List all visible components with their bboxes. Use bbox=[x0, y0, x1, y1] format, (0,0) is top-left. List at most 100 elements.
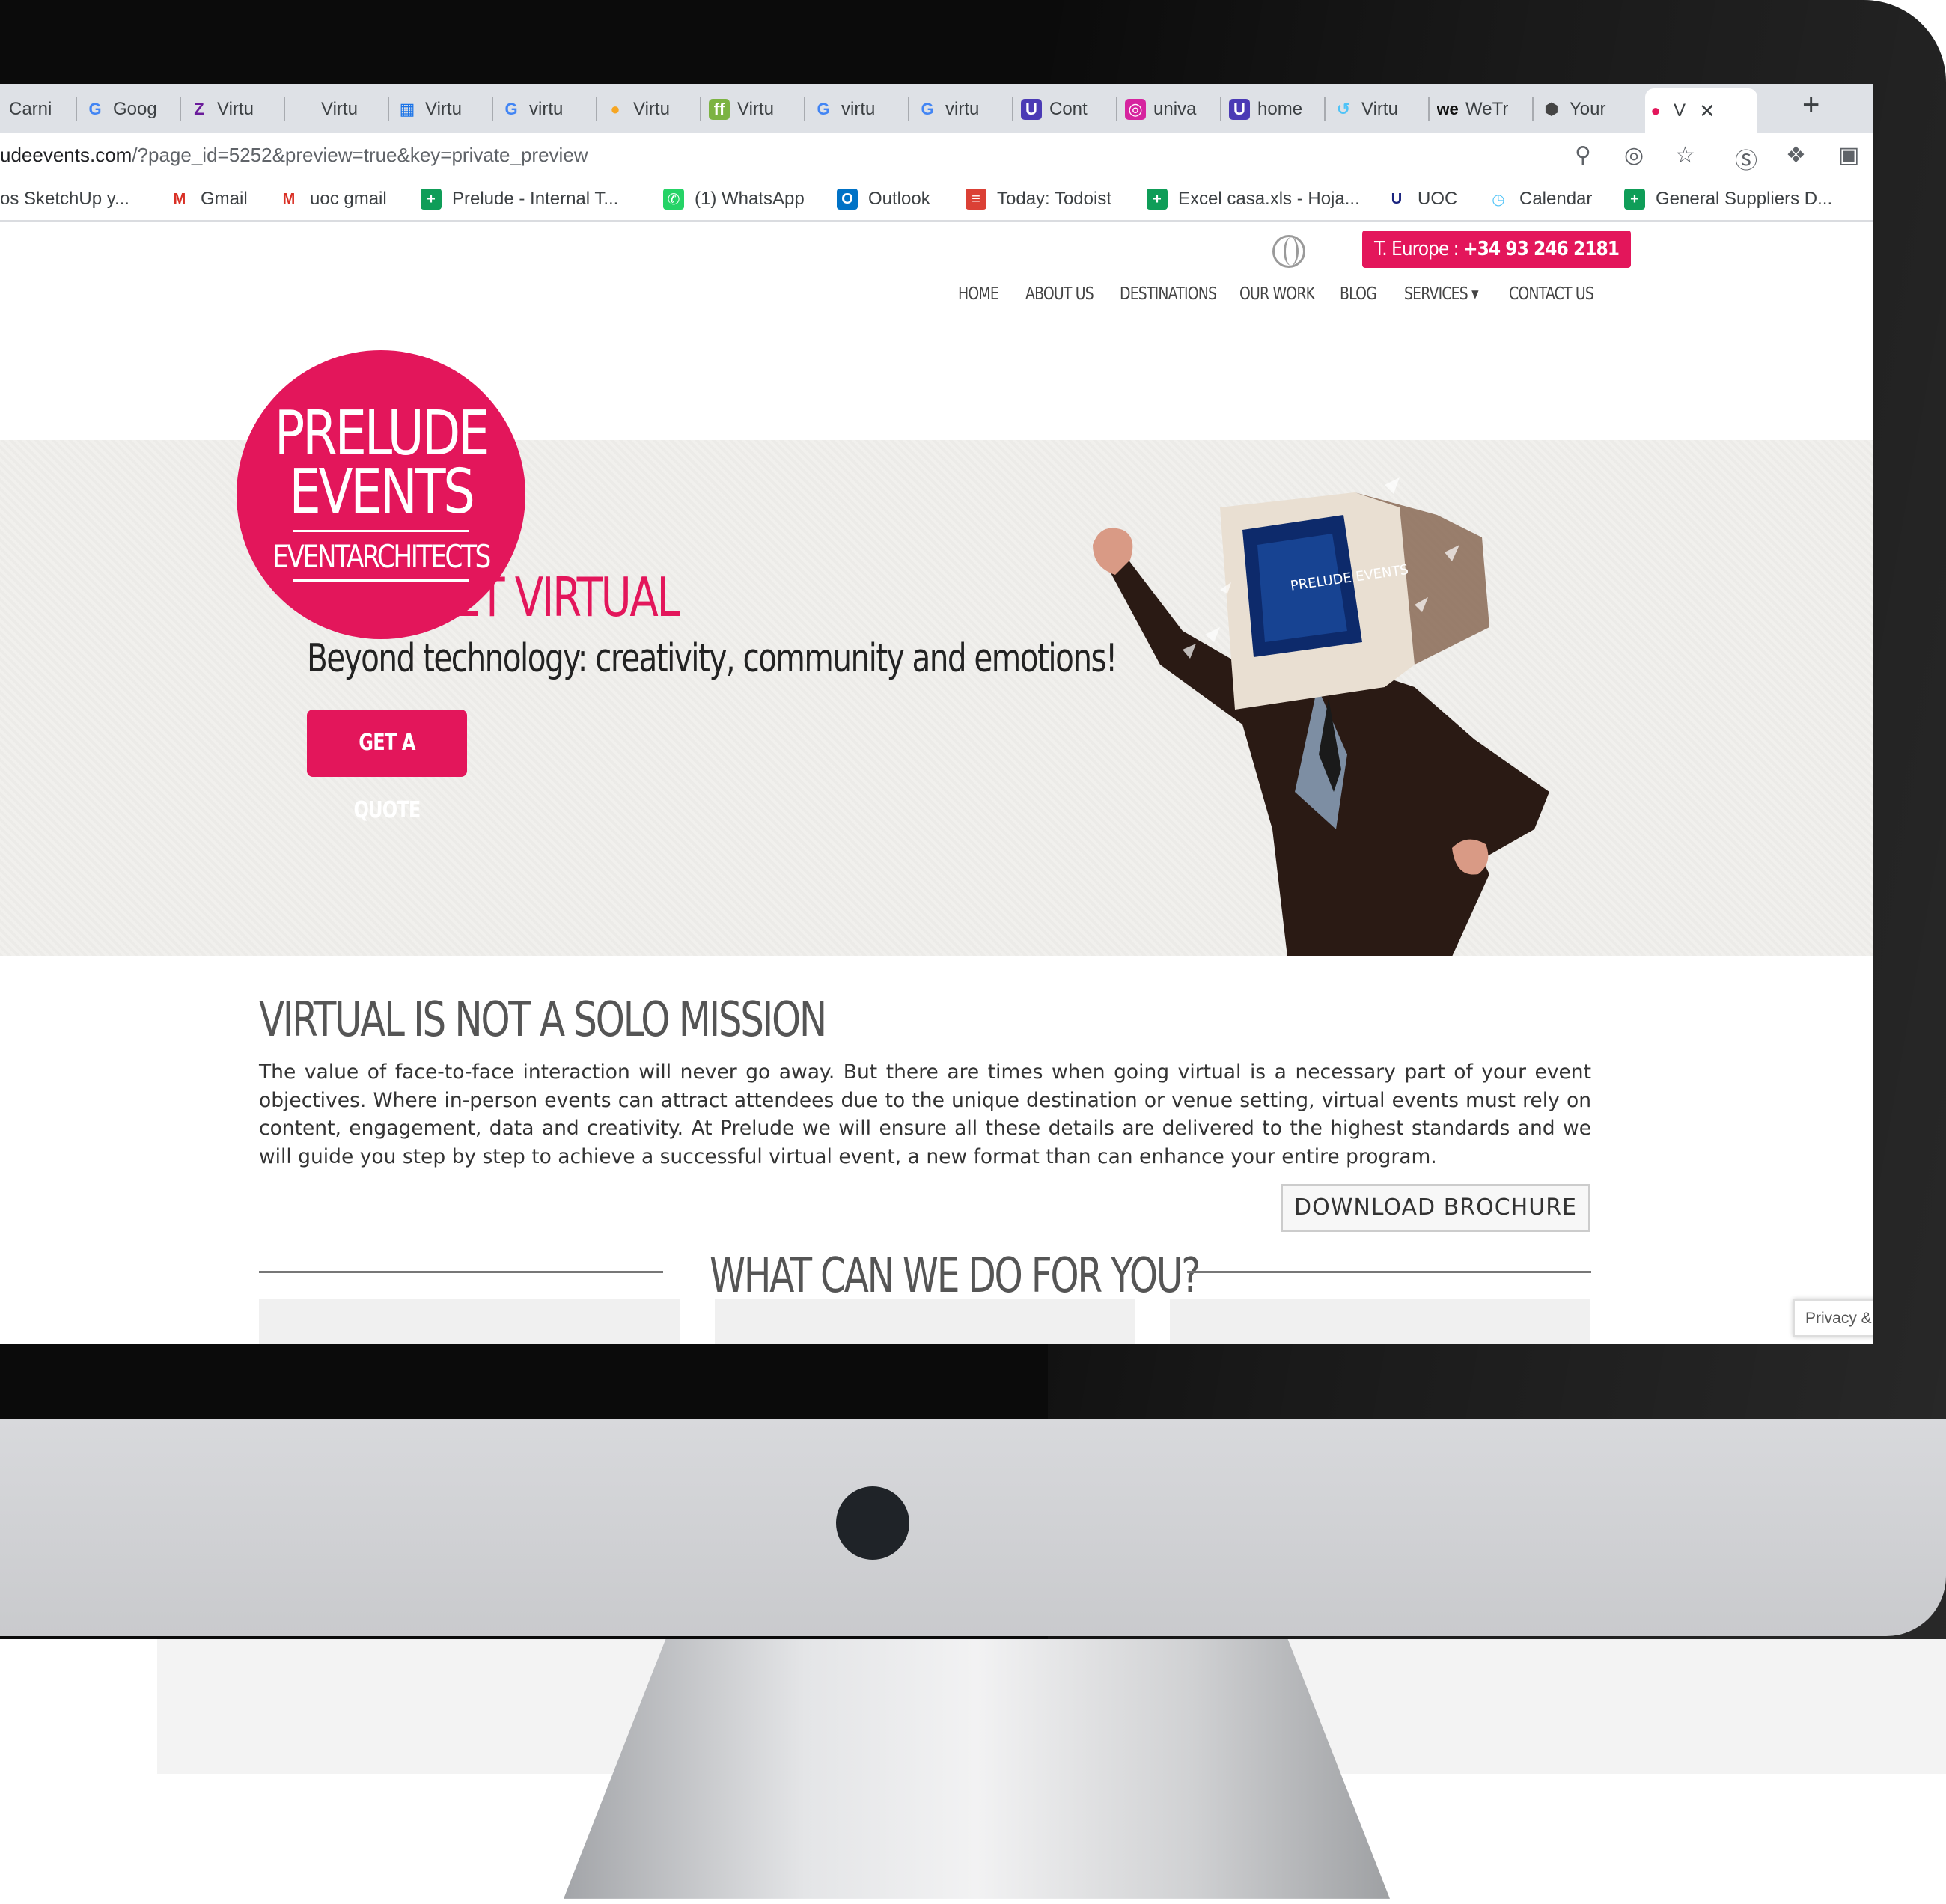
url-text[interactable]: udeevents.com/?page_id=5252&preview=true… bbox=[0, 144, 588, 167]
sheets-icon: + bbox=[421, 189, 442, 210]
service-card[interactable] bbox=[259, 1299, 680, 1344]
we-icon: we bbox=[1437, 100, 1459, 118]
bookmark-item[interactable]: + General Suppliers D... bbox=[1624, 189, 1832, 210]
tracking-blocked-icon[interactable]: ◎ bbox=[1624, 142, 1644, 168]
tab-separator bbox=[1220, 97, 1221, 121]
tab-label: Cont bbox=[1049, 99, 1088, 119]
tab-label: home bbox=[1257, 99, 1303, 119]
browser-tab[interactable]: ff Virtu bbox=[709, 90, 799, 129]
browser-tab[interactable]: ◎ univa bbox=[1125, 90, 1216, 129]
tab-label: WeTr bbox=[1465, 99, 1509, 119]
bookmark-item[interactable]: ◷ Calendar bbox=[1488, 189, 1592, 210]
bookmark-item[interactable]: + Excel casa.xls - Hoja... bbox=[1147, 189, 1360, 210]
gmail-icon: M bbox=[173, 190, 186, 207]
browser-tab[interactable]: Gvirtu bbox=[501, 90, 591, 129]
bookmark-item[interactable]: M Gmail bbox=[169, 189, 248, 210]
browser-tab[interactable]: ↺ Virtu bbox=[1333, 90, 1424, 129]
tab-label: Virtu bbox=[737, 99, 774, 119]
nav-services[interactable]: SERVICES ▾ bbox=[1404, 284, 1479, 304]
tab-separator bbox=[804, 97, 805, 121]
zoho-icon: Z bbox=[194, 100, 204, 118]
nav-our-work[interactable]: OUR WORK bbox=[1239, 284, 1315, 304]
browser-tab[interactable]: Virtu bbox=[293, 90, 383, 129]
sheets-icon: + bbox=[1624, 189, 1645, 210]
nav-contact-us[interactable]: CONTACT US bbox=[1509, 284, 1594, 304]
prelude-logo[interactable]: PRELUDE EVENTS EVENTARCHITECTS bbox=[237, 350, 525, 639]
logo-rule bbox=[293, 530, 469, 532]
prelude-icon: ● bbox=[1650, 101, 1661, 120]
caret-down-icon: ▾ bbox=[1471, 284, 1478, 304]
bookmark-item[interactable]: ≡ Today: Todoist bbox=[966, 189, 1111, 210]
download-brochure-button[interactable]: DOWNLOAD BROCHURE bbox=[1281, 1184, 1590, 1232]
tab-label: Your bbox=[1570, 99, 1606, 119]
divider-left bbox=[259, 1271, 663, 1273]
tab-label: virtu bbox=[529, 99, 564, 119]
bookmark-star-icon[interactable]: ☆ bbox=[1675, 142, 1695, 168]
bookmark-label: Outlook bbox=[868, 189, 930, 209]
nav-about-us[interactable]: ABOUT US bbox=[1025, 284, 1094, 304]
bookmark-item[interactable]: os SketchUp y... bbox=[0, 189, 129, 210]
browser-tab[interactable]: G Goog bbox=[85, 90, 175, 129]
tab-separator bbox=[388, 97, 389, 121]
service-card[interactable] bbox=[715, 1299, 1135, 1344]
divider-right bbox=[1187, 1271, 1591, 1273]
calendar-icon: ▦ bbox=[399, 100, 415, 118]
logo-line-tagline: EVENTARCHITECTS bbox=[272, 538, 491, 575]
browser-tab[interactable]: ⬢ Your bbox=[1541, 90, 1632, 129]
browser-tab[interactable]: we WeTr bbox=[1437, 90, 1528, 129]
browser-tab[interactable]: Uhome bbox=[1229, 90, 1320, 129]
browser-tab[interactable]: ● V ✕ bbox=[1645, 88, 1757, 133]
what-title: WHAT CAN WE DO FOR YOU? bbox=[710, 1248, 1201, 1304]
keep-icon[interactable]: ▣ bbox=[1838, 142, 1859, 168]
tab-label: Virtu bbox=[633, 99, 670, 119]
purple-u-icon: U bbox=[1021, 99, 1042, 120]
phone-badge[interactable]: T. Europe : +34 93 246 2181 bbox=[1362, 231, 1632, 268]
browser-tab[interactable]: ▦ Virtu bbox=[397, 90, 487, 129]
tab-label: univa bbox=[1153, 99, 1197, 119]
browser-tab[interactable]: ● Virtu bbox=[605, 90, 695, 129]
bookmark-label: Today: Todoist bbox=[997, 189, 1111, 209]
zoom-icon[interactable]: ⚲ bbox=[1575, 142, 1591, 168]
tab-separator bbox=[492, 97, 493, 121]
monitor-chin bbox=[0, 1419, 1946, 1636]
bookmark-item[interactable]: + Prelude - Internal T... bbox=[421, 189, 618, 210]
nav-home[interactable]: HOME bbox=[958, 284, 999, 304]
bookmark-label: (1) WhatsApp bbox=[695, 189, 805, 209]
skype-icon[interactable]: Ⓢ bbox=[1735, 142, 1757, 175]
tab-separator bbox=[596, 97, 597, 121]
bookmark-item[interactable]: Muoc gmail bbox=[278, 189, 387, 210]
tab-label: virtu bbox=[945, 99, 980, 119]
swirl-icon: ↺ bbox=[1336, 100, 1351, 118]
tab-label: V bbox=[1674, 100, 1686, 120]
bookmark-label: Calendar bbox=[1519, 189, 1593, 209]
bookmark-item[interactable]: U UOC bbox=[1386, 189, 1458, 210]
browser-tab[interactable]: Gvirtu bbox=[917, 90, 1007, 129]
close-tab-icon[interactable]: ✕ bbox=[1699, 100, 1715, 123]
nav-destinations[interactable]: DESTINATIONS bbox=[1120, 284, 1217, 304]
browser-tab[interactable]: U Cont bbox=[1021, 90, 1111, 129]
globe-icon[interactable] bbox=[1272, 235, 1305, 268]
camera-dot bbox=[836, 1486, 909, 1560]
monitor-stand bbox=[564, 1636, 1390, 1899]
monitor-head-man-illustration: PRELUDE EVENTS bbox=[1093, 477, 1549, 956]
new-tab-button[interactable]: + bbox=[1802, 88, 1820, 122]
section-text: The value of face-to-face interaction wi… bbox=[259, 1061, 1591, 1168]
red-square-icon: ▪ bbox=[0, 99, 1, 120]
tab-separator bbox=[76, 97, 77, 121]
todoist-icon: ≡ bbox=[966, 189, 986, 210]
bookmark-item[interactable]: O Outlook bbox=[837, 189, 930, 210]
browser-tab[interactable]: ▪ Carni bbox=[0, 90, 71, 129]
tab-label: Virtu bbox=[217, 99, 254, 119]
privacy-badge[interactable]: Privacy & bbox=[1793, 1299, 1873, 1337]
browser-tab[interactable]: Z Virtu bbox=[189, 90, 279, 129]
bookmark-label: UOC bbox=[1418, 189, 1458, 209]
get-a-quote-button[interactable]: GET A QUOTE bbox=[307, 710, 467, 823]
gmail-icon: M bbox=[282, 190, 296, 207]
bookmark-item[interactable]: ✆ (1) WhatsApp bbox=[663, 189, 805, 210]
service-card[interactable] bbox=[1170, 1299, 1590, 1344]
dropbox-icon[interactable]: ❖ bbox=[1786, 142, 1806, 168]
nav-blog[interactable]: BLOG bbox=[1340, 284, 1377, 304]
browser-tab[interactable]: Gvirtu bbox=[813, 90, 903, 129]
address-bar[interactable]: udeevents.com/?page_id=5252&preview=true… bbox=[0, 133, 1873, 180]
tab-label: Virtu bbox=[321, 99, 358, 119]
